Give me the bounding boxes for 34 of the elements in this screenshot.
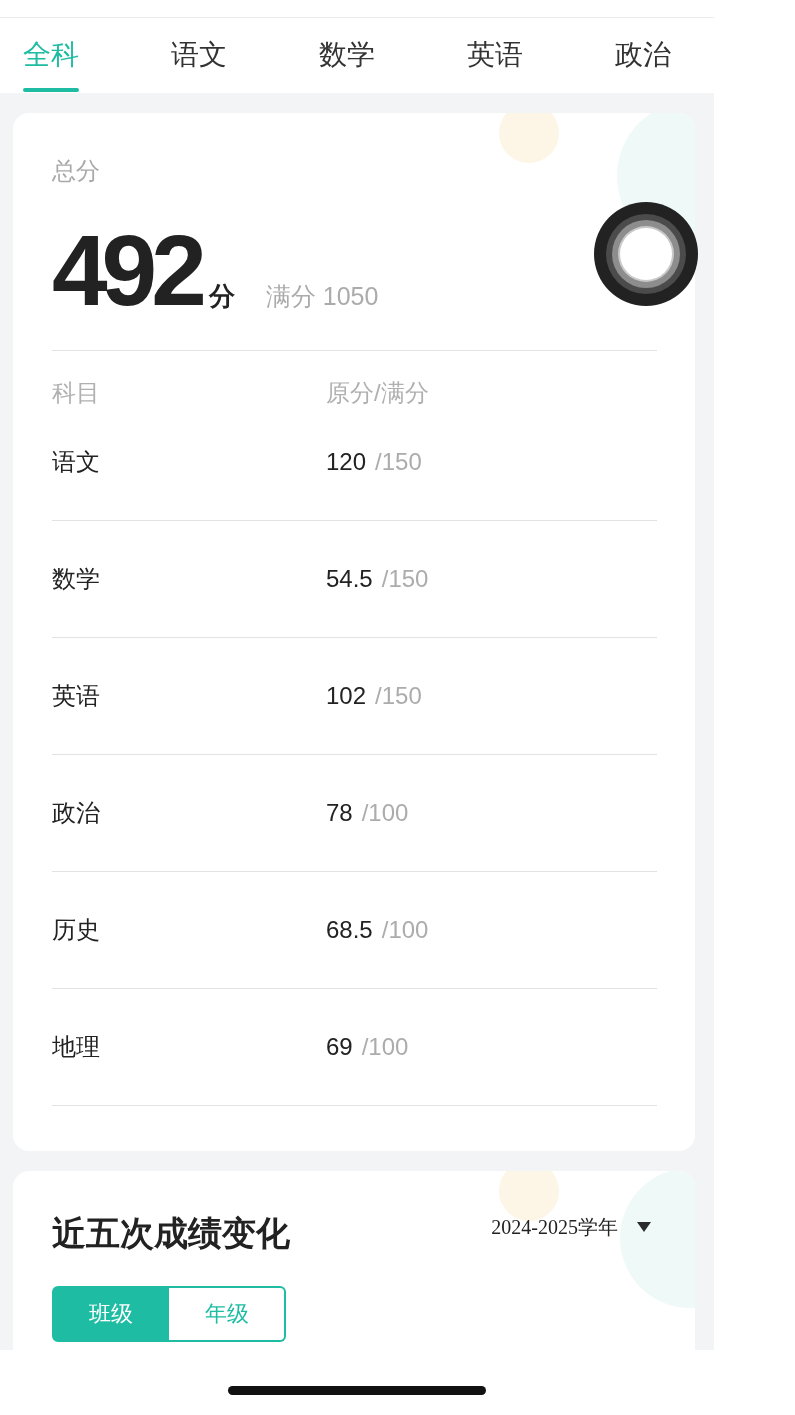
score-value: 69 [326,1033,353,1060]
score-value: 102 [326,682,367,709]
subject-name: 政治 [52,799,100,826]
full-mark-text: 满分 1050 [265,281,379,312]
year-dropdown[interactable]: 2024-2025学年 [491,1213,651,1241]
full-score: /100 [361,1033,409,1060]
decorative-circle [499,1171,559,1221]
column-header: 原分/满分 [326,379,429,406]
full-score: /150 [375,682,422,709]
subject-tab[interactable]: 英语 [467,35,523,92]
score-value: 68.5 [326,916,373,943]
score-value: 120 [326,448,367,475]
section-title: 近五次成绩变化 [52,1213,290,1254]
score-unit: 分 [208,280,235,313]
ring-icon [606,214,686,294]
column-header: 科目 [52,379,100,406]
full-score: /100 [381,916,429,943]
subject-name: 地理 [52,1033,100,1060]
full-score: /100 [361,799,409,826]
full-score: /150 [375,448,422,475]
decorative-circle [499,113,559,163]
subject-tab[interactable]: 语文 [171,35,227,92]
subject-tab[interactable]: 政治 [615,35,671,92]
subject-name: 英语 [52,682,100,709]
total-score-label: 总分 [52,157,100,184]
subject-name: 语文 [52,448,100,475]
full-score: /150 [381,565,429,592]
subject-name: 历史 [52,916,100,943]
score-value: 54.5 [326,565,373,592]
subject-name: 数学 [52,565,100,592]
total-score-value: 492 [52,220,201,320]
caret-icon [637,1222,651,1232]
subject-tab[interactable]: 数学 [319,35,375,92]
score-value: 78 [326,799,353,826]
